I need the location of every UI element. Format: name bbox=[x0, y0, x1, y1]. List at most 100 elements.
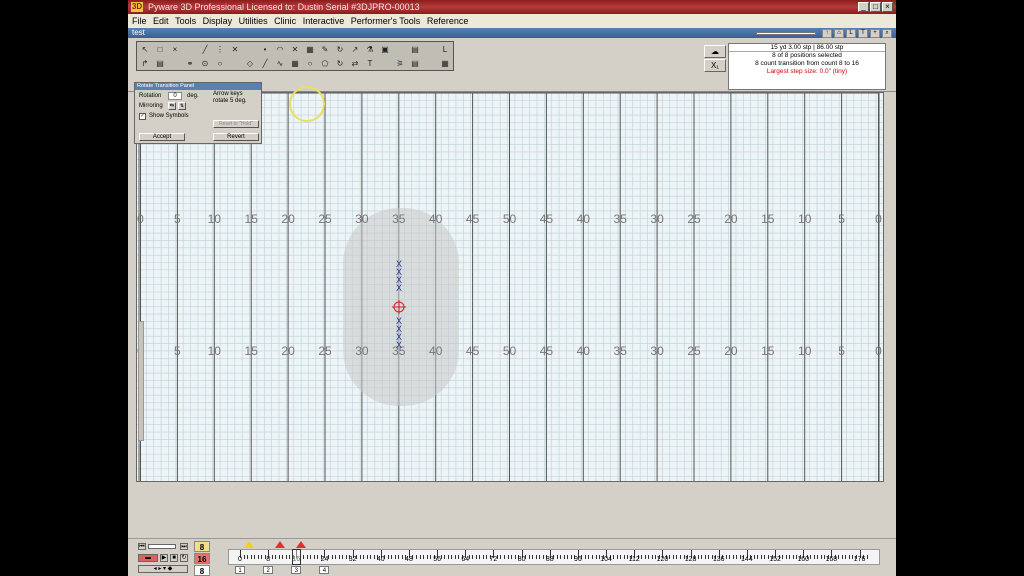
drawing-tool-icon[interactable]: • bbox=[260, 45, 270, 55]
drawing-tool-icon[interactable]: ↻ bbox=[335, 45, 345, 55]
menu-file[interactable]: File bbox=[132, 16, 147, 26]
zoom-strip: ↑ ⌂ L T + ⌕ bbox=[752, 29, 894, 38]
ruler-tick bbox=[426, 555, 428, 559]
menu-reference[interactable]: Reference bbox=[427, 16, 469, 26]
drawing-tool-icon[interactable]: T bbox=[365, 59, 375, 69]
menu-display[interactable]: Display bbox=[203, 16, 233, 26]
drawing-tool-icon[interactable]: ▤ bbox=[410, 59, 420, 69]
timeline-ruler[interactable]: 0 8 16 24 32 40 48 56 64 72 80 88 96 104 112 120 128 136 1… bbox=[228, 541, 880, 575]
drawing-tool-icon[interactable]: ▦ bbox=[440, 59, 450, 69]
page-marker[interactable]: 3 bbox=[291, 566, 302, 574]
record-icon[interactable]: ▬ bbox=[138, 554, 158, 562]
zoom-lock-icon[interactable]: L bbox=[846, 29, 856, 38]
drawing-tool-icon[interactable]: ↗ bbox=[350, 45, 360, 55]
zoom-in-icon[interactable]: + bbox=[870, 29, 880, 38]
revert-button[interactable]: Revert bbox=[213, 133, 259, 141]
menu-interactive[interactable]: Interactive bbox=[303, 16, 345, 26]
drawing-tool-icon[interactable]: ⬠ bbox=[320, 59, 330, 69]
loop-icon[interactable]: ↻ bbox=[180, 554, 188, 562]
tempo-slider[interactable] bbox=[148, 544, 176, 549]
drawing-tool-icon[interactable]: ▦ bbox=[290, 59, 300, 69]
drawing-tool-icon[interactable] bbox=[380, 59, 390, 69]
zoom-fit-icon[interactable]: ⌂ bbox=[834, 29, 844, 38]
drawing-tool-icon[interactable]: ⚞ bbox=[395, 59, 405, 69]
left-scroll-handle[interactable] bbox=[138, 321, 144, 441]
view-options-strip[interactable]: ◂ ▸ ▾ ◆ bbox=[138, 565, 188, 573]
rewind-icon[interactable]: ⏮ bbox=[138, 543, 146, 550]
drawing-tool-icon[interactable]: ⇄ bbox=[350, 59, 360, 69]
page-marker[interactable]: 2 bbox=[263, 566, 274, 574]
page-marker[interactable]: 4 bbox=[319, 566, 330, 574]
mirror-horizontal-button[interactable]: ⇆ bbox=[168, 102, 176, 110]
ruler-tick bbox=[331, 555, 333, 559]
rotation-input[interactable]: 0 bbox=[168, 92, 182, 100]
drawing-tool-icon[interactable]: ⚭ bbox=[185, 59, 195, 69]
show-symbols-checkbox[interactable]: ✓ bbox=[139, 113, 146, 120]
zoom-tool-icon[interactable]: T bbox=[858, 29, 868, 38]
drawing-tool-icon[interactable]: ⚗ bbox=[365, 45, 375, 55]
drawing-tool-icon[interactable]: ✎ bbox=[320, 45, 330, 55]
menu-tools[interactable]: Tools bbox=[175, 16, 196, 26]
maximize-button[interactable]: □ bbox=[870, 2, 881, 12]
zoom-slider[interactable] bbox=[756, 32, 816, 35]
zoom-search-icon[interactable]: ⌕ bbox=[882, 29, 892, 38]
drawing-tool-icon[interactable] bbox=[245, 45, 255, 55]
yard-number: 15 bbox=[245, 344, 259, 358]
drawing-tool-icon[interactable]: ↱ bbox=[140, 59, 150, 69]
menu-utilities[interactable]: Utilities bbox=[239, 16, 268, 26]
menu-clinic[interactable]: Clinic bbox=[274, 16, 296, 26]
x1-icon[interactable]: X₁ bbox=[704, 59, 726, 72]
reset-hold-button[interactable]: Reset to "Hold" bbox=[213, 120, 259, 128]
drawing-tool-icon[interactable]: ↻ bbox=[335, 59, 345, 69]
drawing-tool-icon[interactable]: ⊙ bbox=[200, 59, 210, 69]
field-canvas[interactable]: 0055101015152020252530303535404045455050… bbox=[136, 92, 884, 482]
close-button[interactable]: × bbox=[882, 2, 893, 12]
drawing-tool-icon[interactable]: ✕ bbox=[290, 45, 300, 55]
drawing-tool-icon[interactable]: ▤ bbox=[410, 45, 420, 55]
menu-edit[interactable]: Edit bbox=[153, 16, 169, 26]
drawing-tool-icon[interactable]: ⋮ bbox=[215, 45, 225, 55]
drawing-tool-icon[interactable]: ✕ bbox=[230, 45, 240, 55]
drawing-tool-icon[interactable]: ╱ bbox=[260, 59, 270, 69]
drawing-tool-icon[interactable] bbox=[170, 59, 180, 69]
drawing-tool-icon[interactable]: □ bbox=[155, 45, 165, 55]
drawing-tool-icon[interactable]: ↖ bbox=[140, 45, 150, 55]
ruler-tick bbox=[644, 555, 646, 559]
drawing-tool-icon[interactable] bbox=[425, 45, 435, 55]
drawing-tool-icon[interactable] bbox=[395, 45, 405, 55]
minimize-button[interactable]: _ bbox=[858, 2, 869, 12]
zoom-up-icon[interactable]: ↑ bbox=[822, 29, 832, 38]
drawing-tool-icon[interactable]: ○ bbox=[305, 59, 315, 69]
drawing-tool-icon[interactable] bbox=[230, 59, 240, 69]
ruler-tick bbox=[669, 555, 671, 559]
field-grid[interactable]: 0055101015152020252530303535404045455050… bbox=[137, 93, 884, 482]
menu-performers-tools[interactable]: Performer's Tools bbox=[351, 16, 421, 26]
drawing-tool-icon[interactable]: × bbox=[170, 45, 180, 55]
drawing-tool-icon[interactable]: ◇ bbox=[245, 59, 255, 69]
drawing-tool-icon[interactable]: ○ bbox=[215, 59, 225, 69]
yellow-flag-icon[interactable] bbox=[243, 541, 254, 548]
cloud-icon[interactable]: ☁ bbox=[704, 45, 726, 58]
drawing-tool-icon[interactable] bbox=[185, 45, 195, 55]
drawing-tool-icon[interactable]: ◠ bbox=[275, 45, 285, 55]
stop-icon[interactable]: ■ bbox=[170, 554, 178, 562]
drawing-tool-icon[interactable]: L bbox=[440, 45, 450, 55]
red-flag-icon[interactable] bbox=[296, 541, 307, 548]
ruler-tick bbox=[648, 555, 650, 559]
drawing-tool-icon[interactable]: ▦ bbox=[305, 45, 315, 55]
accept-button[interactable]: Accept bbox=[139, 133, 185, 141]
red-flag-icon[interactable] bbox=[275, 541, 286, 548]
ruler-count-label: 64 bbox=[461, 556, 470, 563]
current-count-selection[interactable] bbox=[292, 549, 302, 565]
play-icon[interactable]: ▶ bbox=[160, 554, 168, 562]
forward-icon[interactable]: ⏭ bbox=[180, 543, 188, 550]
drawing-tool-icon[interactable]: ▤ bbox=[155, 59, 165, 69]
title-bar[interactable]: 3D Pyware 3D Professional Licensed to: D… bbox=[128, 0, 896, 14]
page-marker[interactable]: 1 bbox=[235, 566, 245, 574]
drawing-tool-icon[interactable]: ▣ bbox=[380, 45, 390, 55]
drawing-tool-icon[interactable]: ∿ bbox=[275, 59, 285, 69]
ruler-tick bbox=[753, 555, 755, 559]
mirror-vertical-button[interactable]: ⇅ bbox=[178, 102, 186, 110]
drawing-tool-icon[interactable] bbox=[425, 59, 435, 69]
drawing-tool-icon[interactable]: ╱ bbox=[200, 45, 210, 55]
